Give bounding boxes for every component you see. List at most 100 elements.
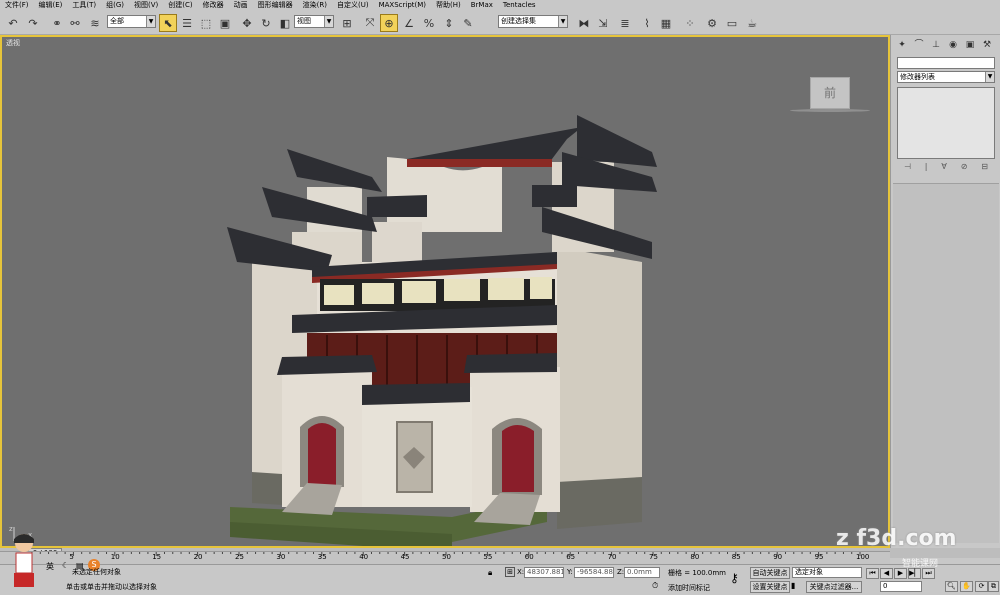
window-pane [444, 279, 480, 301]
selection-filter-dropdown[interactable]: 全部 ▼ [107, 15, 156, 28]
show-end-result-icon[interactable]: | [925, 162, 928, 174]
menu-file[interactable]: 文件(F) [0, 0, 34, 11]
tick-label: 75 [649, 553, 658, 561]
x-coord-field[interactable]: 48307.881 [524, 567, 564, 578]
named-selection-dropdown[interactable]: 创建选择集 ▼ [498, 15, 568, 28]
menu-tentacles[interactable]: Tentacles [498, 0, 541, 11]
select-by-name-icon[interactable]: ☰ [178, 14, 196, 32]
remove-modifier-icon[interactable]: ⊘ [961, 162, 968, 174]
orbit-icon[interactable]: ⟳ [975, 581, 988, 592]
configure-sets-icon[interactable]: ⊟ [981, 162, 988, 174]
prev-frame-icon[interactable]: ◀ [880, 568, 893, 579]
scale-icon[interactable]: ◧ [276, 14, 294, 32]
menu-customize[interactable]: 自定义(U) [332, 0, 374, 11]
z-coord-field[interactable]: 0.0mm [624, 567, 660, 578]
ime-indicator[interactable]: 英 [46, 561, 54, 572]
pin-stack-icon[interactable]: ⊣ [904, 162, 911, 174]
percent-snap-icon[interactable]: % [420, 14, 438, 32]
edit-named-sel-icon[interactable]: ✎ [459, 14, 477, 32]
tick-label: 95 [814, 553, 824, 561]
tick-label: 60 [524, 553, 534, 561]
absolute-mode-icon[interactable]: ⊞ [505, 567, 515, 577]
menu-modifiers[interactable]: 修改器 [198, 0, 229, 11]
menu-rendering[interactable]: 渲染(R) [298, 0, 332, 11]
max-mascot-icon[interactable] [4, 531, 44, 593]
schematic-icon[interactable]: ▦ [657, 14, 675, 32]
reference-coord-dropdown[interactable]: 视图 ▼ [294, 15, 334, 28]
stack-tools: ⊣ | ∀ ⊘ ⊟ [897, 162, 995, 174]
motion-icon[interactable]: ◉ [946, 39, 960, 51]
rect-region-icon[interactable]: ⬚ [197, 14, 215, 32]
mirror-icon[interactable]: ⧓ [575, 14, 593, 32]
window-crossing-icon[interactable]: ▣ [216, 14, 234, 32]
manipulate-icon[interactable]: ⤧ [361, 14, 379, 32]
menu-maxscript[interactable]: MAXScript(M) [374, 0, 431, 11]
modify-icon[interactable]: ⌒ [912, 39, 926, 51]
viewcube-face-label: 前 [823, 86, 836, 100]
add-time-tag[interactable]: 添加时间标记 [668, 583, 710, 593]
menu-help[interactable]: 帮助(H) [431, 0, 466, 11]
pivot-icon[interactable]: ⊞ [338, 14, 356, 32]
move-icon[interactable]: ✥ [238, 14, 256, 32]
menu-group[interactable]: 组(G) [101, 0, 129, 11]
building-model[interactable] [212, 67, 672, 548]
menu-create[interactable]: 创建(C) [163, 0, 197, 11]
selected-filter-dropdown[interactable]: 选定对象 [792, 567, 862, 578]
display-icon[interactable]: ▣ [963, 39, 977, 51]
zoom-icon[interactable]: 🔍︎ [945, 581, 958, 592]
viewport-label[interactable]: 透视 [6, 38, 20, 48]
rotate-icon[interactable]: ↻ [257, 14, 275, 32]
menu-animation[interactable]: 动画 [229, 0, 253, 11]
set-key-button[interactable]: 设置关键点 [750, 581, 790, 593]
current-frame-field[interactable]: 0 [880, 581, 922, 592]
redo-icon[interactable]: ↷ [24, 14, 42, 32]
tick-label: 45 [400, 553, 410, 561]
undo-icon[interactable]: ↶ [4, 14, 22, 32]
next-frame-icon[interactable]: ▶▏ [908, 568, 921, 579]
utilities-icon[interactable]: ⚒ [980, 39, 994, 51]
create-icon[interactable]: ✦ [895, 39, 909, 51]
menu-graph-editors[interactable]: 图形编辑器 [253, 0, 298, 11]
perspective-viewport[interactable]: 透视 前 x z [0, 35, 890, 548]
hierarchy-icon[interactable]: ⊥ [929, 39, 943, 51]
lock-icon[interactable]: 🔒︎ [488, 568, 492, 578]
goto-start-icon[interactable]: ⏮ [866, 568, 879, 579]
spinner-snap-icon[interactable]: ⇕ [440, 14, 458, 32]
center-right-roof [532, 185, 577, 207]
menu-tools[interactable]: 工具(T) [67, 0, 101, 11]
goto-end-icon[interactable]: ⏭ [922, 568, 935, 579]
time-tag-icon[interactable]: ⏱ [652, 581, 658, 591]
y-coord-field[interactable]: -96584.88 [574, 567, 614, 578]
object-name-field[interactable] [897, 57, 995, 69]
layer-icon[interactable]: ≣ [616, 14, 634, 32]
center-gable [387, 157, 502, 232]
rendered-frame-icon[interactable]: ▭ [723, 14, 741, 32]
angle-snap-icon[interactable]: ∠ [400, 14, 418, 32]
pan-icon[interactable]: ✋ [960, 581, 973, 592]
snap-icon[interactable]: ⊕ [380, 14, 398, 32]
modifier-list-dropdown[interactable]: 修改器列表 ▼ [897, 71, 995, 83]
make-unique-icon[interactable]: ∀ [941, 162, 946, 174]
viewcube[interactable]: 前 [810, 77, 850, 109]
play-icon[interactable]: ▶ [894, 568, 907, 579]
key-icon[interactable]: ⚷ [730, 571, 739, 585]
material-editor-icon[interactable]: ⁘ [681, 14, 699, 32]
bind-spacewarp-icon[interactable]: ≋ [86, 14, 104, 32]
select-icon[interactable]: ⬉ [159, 14, 177, 32]
unlink-icon[interactable]: ⚯ [66, 14, 84, 32]
maximize-icon[interactable]: ⧉ [988, 581, 999, 592]
key-filters-button[interactable]: 关键点过滤器... [806, 581, 862, 593]
menu-views[interactable]: 视图(V) [129, 0, 163, 11]
auto-key-button[interactable]: 自动关键点 [750, 567, 790, 579]
key-mode-icon[interactable]: ▮ [791, 581, 795, 590]
curve-editor-icon[interactable]: ⌇ [638, 14, 656, 32]
menu-edit[interactable]: 编辑(E) [34, 0, 68, 11]
teapot-render-icon[interactable]: ☕ [743, 14, 761, 32]
link-icon[interactable]: ⚭ [48, 14, 66, 32]
align-icon[interactable]: ⇲ [594, 14, 612, 32]
ime-moon-icon[interactable]: ☾ [62, 561, 69, 570]
track-bar[interactable]: 0510152025303540455055606570758085909510… [0, 551, 890, 564]
modifier-stack[interactable] [897, 87, 995, 159]
render-setup-icon[interactable]: ⚙ [703, 14, 721, 32]
menu-brmax[interactable]: BrMax [466, 0, 498, 11]
